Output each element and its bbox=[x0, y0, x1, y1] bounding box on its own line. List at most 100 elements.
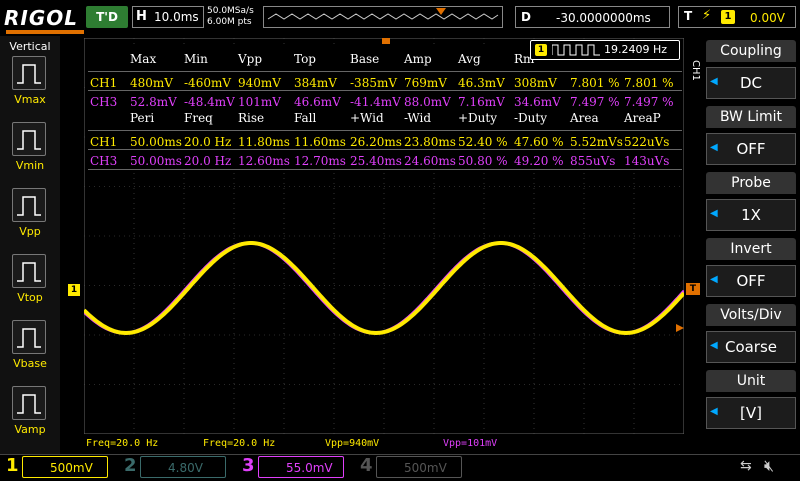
channel-scale: 500mV bbox=[50, 461, 93, 475]
measure-cell: 50.80 % bbox=[458, 154, 508, 168]
measure-cell: -Duty bbox=[514, 111, 548, 125]
measure-cell: Peri bbox=[130, 111, 155, 125]
measure-cell: -Wid bbox=[404, 111, 432, 125]
menu-coupling-value[interactable]: DC bbox=[706, 67, 796, 99]
measure-cell: 11.80ms bbox=[238, 135, 290, 149]
measure-cell: +Wid bbox=[350, 111, 384, 125]
channel-scale: 55.0mV bbox=[286, 461, 333, 475]
measure-cell: 940mV bbox=[238, 76, 281, 90]
measure-cell: AreaP bbox=[624, 111, 661, 125]
menu-knob-arrow-icon: ◀ bbox=[710, 142, 718, 153]
pulse-measure-icon bbox=[17, 196, 41, 216]
measure-cell: 24.60ms bbox=[404, 154, 456, 168]
menu-coupling-label: Coupling bbox=[706, 40, 796, 62]
table-divider bbox=[88, 169, 682, 170]
rising-edge-icon: ⚡ bbox=[702, 8, 712, 23]
measure-label: Vamp bbox=[14, 423, 46, 436]
pulse-measure-icon bbox=[17, 64, 41, 84]
pulse-measure-icon bbox=[17, 328, 41, 348]
menu-invert-value[interactable]: OFF bbox=[706, 265, 796, 297]
memory-depth: 6.00M pts bbox=[207, 17, 252, 27]
measure-cell: 47.60 % bbox=[514, 135, 564, 149]
trigger-source-badge: 1 bbox=[721, 10, 735, 24]
measure-cell: 12.70ms bbox=[294, 154, 346, 168]
counter-value: 19.2409 Hz bbox=[604, 43, 668, 56]
measure-cell: 384mV bbox=[294, 76, 337, 90]
measure-vamp-button[interactable] bbox=[12, 386, 46, 420]
channel-scale: 4.80V bbox=[168, 461, 203, 475]
left-menu-title: Vertical bbox=[9, 40, 51, 53]
ch1-ground-marker: 1 bbox=[68, 284, 80, 296]
horizontal-scale-value: 10.0ms bbox=[154, 10, 199, 24]
measure-cell: 7.497 % bbox=[624, 95, 674, 109]
menu-knob-arrow-icon: ◀ bbox=[710, 208, 718, 219]
measure-cell: 12.60ms bbox=[238, 154, 290, 168]
menu-probe-value[interactable]: 1X bbox=[706, 199, 796, 231]
measure-cell: 11.60ms bbox=[294, 135, 346, 149]
usb-icon: ⇆ bbox=[740, 458, 752, 474]
trigger-label: T bbox=[684, 9, 693, 23]
table-divider bbox=[88, 149, 682, 150]
measure-cell: 480mV bbox=[130, 76, 173, 90]
measure-vtop-button[interactable] bbox=[12, 254, 46, 288]
table-divider bbox=[88, 71, 682, 72]
measure-label: Vbase bbox=[13, 357, 47, 370]
measure-vmin-button[interactable] bbox=[12, 122, 46, 156]
measure-cell: 20.0 Hz bbox=[184, 154, 232, 168]
measure-label: Vtop bbox=[17, 291, 43, 304]
horizontal-label: H bbox=[136, 9, 147, 24]
measure-row-label: CH3 bbox=[90, 95, 118, 109]
measure-cell: 855uVs bbox=[570, 154, 616, 168]
ch1-freq-summary: Freq=20.0 Hz bbox=[86, 438, 159, 449]
logo-underline bbox=[6, 30, 84, 34]
menu-bw-limit-label: BW Limit bbox=[706, 106, 796, 128]
menu-bw-limit-value[interactable]: OFF bbox=[706, 133, 796, 165]
measure-vmax-button[interactable] bbox=[12, 56, 46, 90]
overview-wave-icon bbox=[267, 8, 499, 20]
menu-volts-div-label: Volts/Div bbox=[706, 304, 796, 326]
measure-cell: 522uVs bbox=[624, 135, 670, 149]
measure-cell: 50.00ms bbox=[130, 154, 182, 168]
measure-cell: 52.40 % bbox=[458, 135, 508, 149]
measure-row-label: CH3 bbox=[90, 154, 118, 168]
channel-number: 3 bbox=[242, 455, 255, 476]
delay-label: D bbox=[521, 10, 531, 24]
table-divider bbox=[88, 130, 682, 131]
menu-volts-div-value[interactable]: Coarse bbox=[706, 331, 796, 363]
trigger-position-marker bbox=[436, 8, 446, 15]
speaker-muted-icon[interactable]: 🔇︎ bbox=[764, 456, 774, 476]
measure-cell: 50.00ms bbox=[130, 135, 182, 149]
measure-cell: 7.16mV bbox=[458, 95, 505, 109]
measure-cell: 26.20ms bbox=[350, 135, 402, 149]
channel-number: 2 bbox=[124, 455, 137, 476]
measure-cell: 308mV bbox=[514, 76, 557, 90]
measure-vpp-button[interactable] bbox=[12, 188, 46, 222]
measure-label: Vpp bbox=[19, 225, 41, 238]
channel-number: 1 bbox=[6, 455, 19, 476]
measure-cell: Max bbox=[130, 52, 157, 66]
measure-label: Vmax bbox=[14, 93, 46, 106]
sample-rate: 50.0MSa/s bbox=[207, 6, 254, 16]
delay-offset-value: -30.0000000ms bbox=[556, 11, 651, 25]
measure-cell: Area bbox=[570, 111, 599, 125]
measure-cell: 88.0mV bbox=[404, 95, 451, 109]
measure-cell: 34.6mV bbox=[514, 95, 561, 109]
pulse-measure-icon bbox=[17, 394, 41, 414]
menu-unit-label: Unit bbox=[706, 370, 796, 392]
menu-unit-value[interactable]: [V] bbox=[706, 397, 796, 429]
counter-channel-badge: 1 bbox=[535, 44, 547, 56]
measure-cell: 49.20 % bbox=[514, 154, 564, 168]
measure-cell: -460mV bbox=[184, 76, 232, 90]
measure-vbase-button[interactable] bbox=[12, 320, 46, 354]
trigger-level-value: 0.00V bbox=[750, 11, 785, 25]
measure-cell: 5.52mVs bbox=[570, 135, 623, 149]
menu-channel-tag: CH1 bbox=[690, 60, 701, 81]
measure-cell: Vpp bbox=[238, 52, 263, 66]
trigger-status-badge: T'D bbox=[86, 6, 128, 28]
memory-waveform-overview[interactable] bbox=[263, 6, 503, 28]
menu-knob-arrow-icon: ◀ bbox=[710, 274, 718, 285]
measure-cell: 7.801 % bbox=[570, 76, 620, 90]
table-divider bbox=[88, 90, 682, 91]
measure-cell: Rise bbox=[238, 111, 265, 125]
measure-cell: Freq bbox=[184, 111, 213, 125]
